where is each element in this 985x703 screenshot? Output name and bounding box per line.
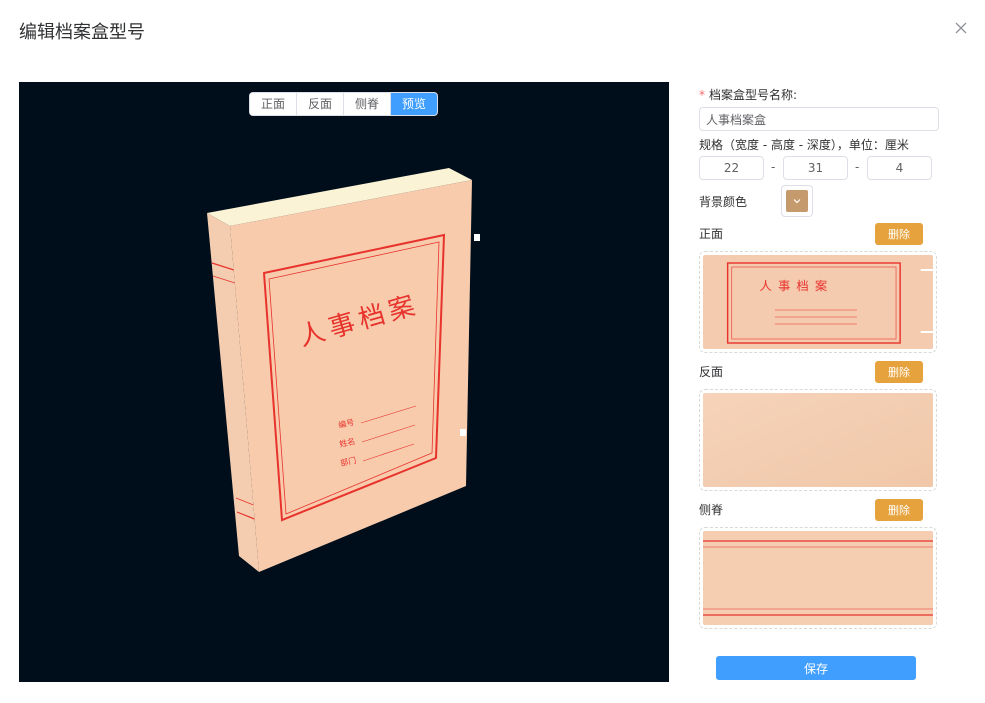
- spec-label: 规格（宽度 - 高度 - 深度），单位：厘米: [699, 138, 909, 152]
- spine-section-label: 侧脊: [699, 503, 724, 517]
- height-input[interactable]: [783, 156, 848, 180]
- front-texture-title: 人事档案: [759, 278, 833, 293]
- model-name-label: 档案盒型号名称:: [709, 88, 798, 102]
- delete-spine-button[interactable]: 删除: [875, 499, 923, 521]
- front-texture-image: 人事档案: [703, 255, 933, 349]
- width-input[interactable]: [699, 156, 764, 180]
- color-swatch: [786, 190, 808, 212]
- back-section-label: 反面: [699, 365, 724, 379]
- spine-texture-upload[interactable]: [699, 527, 937, 629]
- depth-input[interactable]: [867, 156, 932, 180]
- tab-front[interactable]: 正面: [250, 93, 298, 115]
- back-texture-upload[interactable]: [699, 389, 937, 491]
- box-front-face: [230, 180, 472, 572]
- bg-color-label: 背景颜色: [699, 195, 748, 209]
- box-model-form: * 档案盒型号名称:: [699, 86, 939, 104]
- tab-back[interactable]: 反面: [297, 93, 345, 115]
- back-texture-image: [703, 393, 933, 487]
- front-texture-upload[interactable]: 人事档案: [699, 251, 937, 353]
- delete-back-button[interactable]: 删除: [875, 361, 923, 383]
- dim-separator: -: [855, 160, 860, 174]
- dim-separator: -: [771, 160, 776, 174]
- delete-front-button[interactable]: 删除: [875, 223, 923, 245]
- view-tabs: 正面 反面 侧脊 预览: [249, 92, 439, 116]
- box-clip-top: [474, 234, 480, 241]
- archive-box-3d-model[interactable]: 人事档案 编号 姓名 部门: [204, 168, 480, 572]
- tab-spine[interactable]: 侧脊: [344, 93, 392, 115]
- model-name-input[interactable]: [699, 107, 939, 131]
- close-icon[interactable]: [953, 20, 969, 36]
- tab-preview[interactable]: 预览: [391, 93, 438, 115]
- spine-texture-image: [703, 531, 933, 625]
- box-preview-viewer[interactable]: 正面 反面 侧脊 预览 人事档案 编号 姓名 部门: [19, 82, 669, 682]
- save-button[interactable]: 保存: [716, 656, 916, 680]
- bg-color-picker[interactable]: [781, 185, 813, 217]
- chevron-down-icon: [793, 199, 801, 204]
- required-mark: *: [699, 88, 705, 102]
- dialog-title: 编辑档案盒型号: [19, 22, 145, 43]
- front-section-label: 正面: [699, 227, 724, 241]
- box-clip-bottom: [460, 429, 466, 436]
